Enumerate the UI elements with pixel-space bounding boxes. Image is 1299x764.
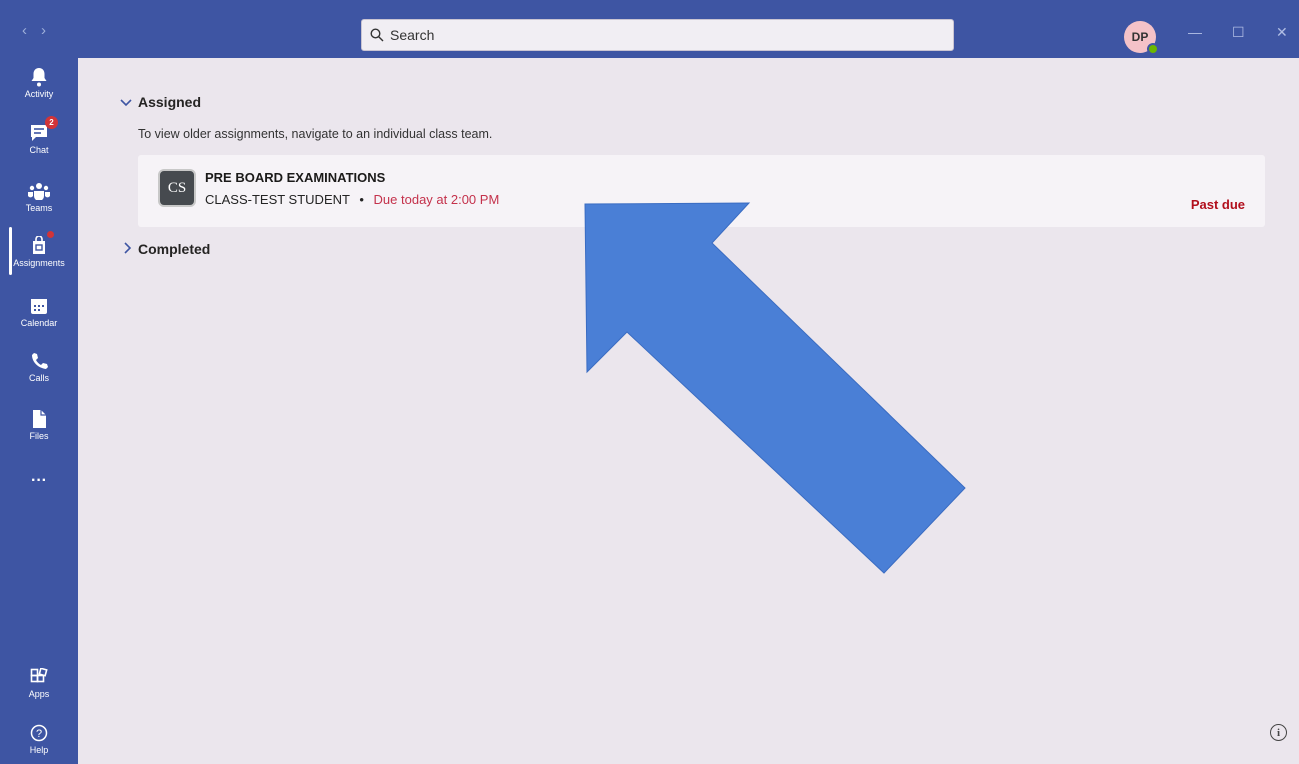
avatar[interactable]: DP <box>1124 21 1159 55</box>
assignment-title: PRE BOARD EXAMINATIONS <box>205 170 386 185</box>
title-bar: ‹› Search DP — ☐ ✕ <box>0 0 1299 58</box>
ellipsis-icon: ··· <box>31 472 47 489</box>
rail-label: Assignments <box>13 258 65 268</box>
teams-icon <box>28 183 50 200</box>
rail-item-calendar[interactable]: Calendar <box>0 295 78 328</box>
rail-item-chat[interactable]: 2 Chat <box>0 116 78 155</box>
back-icon[interactable]: ‹ <box>22 22 41 39</box>
rail-label: Chat <box>29 145 49 155</box>
close-button[interactable]: ✕ <box>1276 24 1288 41</box>
minimize-button[interactable]: — <box>1188 24 1202 40</box>
chat-badge: 2 <box>45 116 58 129</box>
class-avatar-text: CS <box>167 179 187 196</box>
rail-label: Files <box>29 431 49 441</box>
presence-available-icon <box>1147 43 1159 55</box>
class-avatar: CS <box>158 169 196 207</box>
apps-icon <box>30 668 48 683</box>
avatar-initials: DP <box>1131 30 1149 44</box>
svg-text:?: ? <box>36 728 42 740</box>
rail-label: Apps <box>28 689 50 699</box>
forward-icon[interactable]: › <box>41 22 60 39</box>
class-name: CLASS-TEST STUDENT <box>205 192 350 207</box>
help-icon: ? <box>30 724 48 742</box>
info-icon[interactable]: i <box>1270 724 1287 741</box>
rail-label: Calls <box>28 373 49 383</box>
completed-section-toggle[interactable]: Completed <box>124 241 210 257</box>
search-icon <box>370 28 384 42</box>
rail-label: Activity <box>24 89 54 99</box>
assignments-icon <box>33 236 45 254</box>
assignment-card[interactable]: CS PRE BOARD EXAMINATIONS CLASS-TEST STU… <box>138 155 1265 227</box>
rail-item-help[interactable]: ? Help <box>0 722 78 755</box>
older-assignments-hint: To view older assignments, navigate to a… <box>138 127 493 141</box>
rail-item-apps[interactable]: Apps <box>0 666 78 699</box>
due-date: Due today at 2:00 PM <box>373 192 500 207</box>
status-badge: Past due <box>1190 197 1245 212</box>
bell-icon <box>31 68 47 87</box>
chevron-down-icon <box>120 94 132 110</box>
file-icon <box>33 410 46 428</box>
phone-icon <box>32 353 48 369</box>
rail-item-assignments[interactable]: Assignments <box>0 231 78 268</box>
history-nav: ‹› <box>22 22 60 39</box>
assignments-badge-dot <box>47 231 54 238</box>
search-input[interactable]: Search <box>361 19 954 51</box>
maximize-button[interactable]: ☐ <box>1232 24 1245 41</box>
rail-item-calls[interactable]: Calls <box>0 350 78 383</box>
assignments-pane: Assigned To view older assignments, navi… <box>78 58 1299 764</box>
assigned-section-toggle[interactable]: Assigned <box>120 94 201 110</box>
search-placeholder: Search <box>390 27 435 43</box>
chevron-right-icon <box>124 241 132 257</box>
calendar-icon <box>31 299 47 314</box>
rail-item-teams[interactable]: Teams <box>0 180 78 213</box>
rail-label: Calendar <box>20 318 58 328</box>
assignment-meta: CLASS-TEST STUDENT • Due today at 2:00 P… <box>205 192 499 207</box>
separator-dot: • <box>359 192 364 207</box>
completed-label: Completed <box>138 241 211 257</box>
rail-label: Teams <box>25 203 53 213</box>
rail-item-files[interactable]: Files <box>0 408 78 441</box>
assigned-label: Assigned <box>138 94 202 110</box>
rail-label: Help <box>29 745 49 755</box>
more-apps-button[interactable]: ··· <box>0 472 78 490</box>
rail-item-activity[interactable]: Activity <box>0 66 78 99</box>
